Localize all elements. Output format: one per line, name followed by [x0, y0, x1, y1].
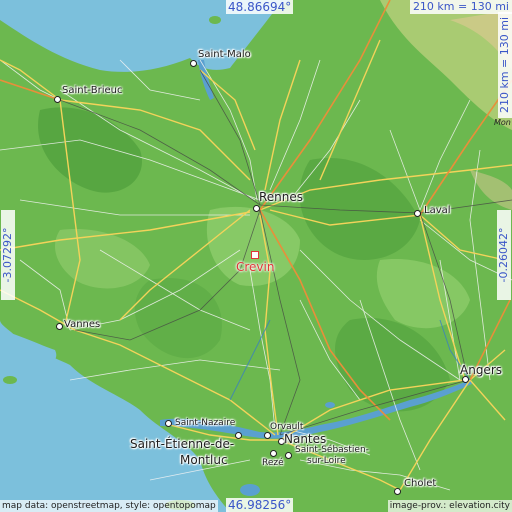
city-label-angers: Angers [460, 363, 502, 377]
saint-sebastien-marker [285, 452, 292, 459]
city-label-orvault: Orvault [270, 422, 304, 432]
saint-etienne-marker [235, 432, 242, 439]
city-label-sur-loire: sur-Loire [307, 456, 346, 466]
orvault-marker [264, 432, 271, 439]
map-credit: map data: openstreetmap, style: opentopo… [0, 500, 218, 512]
saint-brieuc-marker [54, 96, 61, 103]
vannes-marker [56, 323, 63, 330]
image-credit: image-prov.: elevation.city [387, 500, 512, 512]
saint-nazaire-marker [165, 420, 172, 427]
target-location-marker[interactable] [251, 251, 259, 259]
city-label-saint-brieuc: Saint-Brieuc [62, 85, 123, 96]
city-label-saint-nazaire: Saint-Nazaire [175, 418, 236, 428]
city-label-reze: Rezé [262, 458, 284, 468]
city-label-laval: Laval [424, 205, 451, 216]
city-label-montluc: Montluc [180, 453, 228, 467]
city-label-saint-etienne: Saint-Étienne-de- [130, 437, 235, 451]
top-latitude-label: 48.86694° [226, 0, 294, 14]
partial-place-label: Mon [494, 118, 511, 127]
target-location-label[interactable]: Crevin [236, 260, 274, 274]
city-label-cholet: Cholet [404, 478, 437, 489]
map-view[interactable]: Saint-Malo Saint-Brieuc Rennes Laval Van… [0, 0, 512, 512]
right-longitude-label: -0.26042° [497, 210, 511, 300]
bottom-latitude-label: 46.98256° [226, 498, 294, 512]
city-label-saint-sebastien: Saint-Sébastien- [295, 445, 369, 455]
cholet-marker [394, 488, 401, 495]
laval-marker [414, 210, 421, 217]
city-label-saint-malo: Saint-Malo [198, 49, 251, 60]
rennes-marker [253, 205, 260, 212]
city-label-nantes: Nantes [284, 432, 327, 446]
city-label-rennes: Rennes [259, 190, 304, 204]
scale-label-right: 210 km = 130 mi [498, 12, 512, 118]
angers-marker [462, 376, 469, 383]
scale-label-top: 210 km = 130 mi [409, 0, 512, 14]
reze-marker [270, 450, 277, 457]
city-label-vannes: Vannes [64, 319, 101, 330]
saint-malo-marker [190, 60, 197, 67]
left-longitude-label: -3.07292° [1, 210, 15, 300]
